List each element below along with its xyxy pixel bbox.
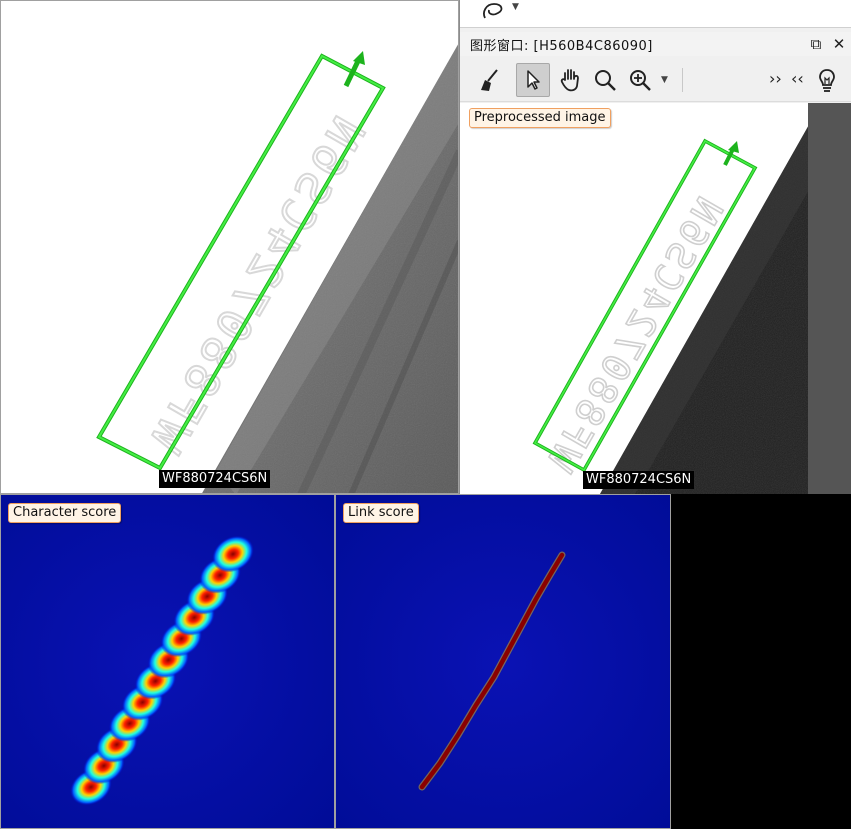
preprocessed-image: WF880724CS6N xyxy=(460,103,851,494)
window-title: 图形窗口: [H560B4C86090] xyxy=(470,39,653,54)
link-score-label: Link score xyxy=(343,503,419,523)
image-border-strip xyxy=(808,103,851,494)
zoom-in-icon[interactable] xyxy=(623,63,657,97)
toolbar: ▼ ›› ‹‹ xyxy=(460,58,851,102)
lasso-icon[interactable] xyxy=(480,0,506,22)
link-score-canvas xyxy=(336,495,670,828)
restore-window-icon[interactable]: ⧉ xyxy=(806,34,826,54)
character-score-label: Character score xyxy=(8,503,122,523)
character-score-heatmap[interactable]: Character score xyxy=(0,494,335,829)
link-score-heatmap[interactable]: Link score xyxy=(335,494,671,829)
magnifier-icon[interactable] xyxy=(588,63,622,97)
top-strip: ▼ xyxy=(460,0,851,28)
lightbulb-icon[interactable] xyxy=(810,63,844,97)
graphics-window[interactable]: ▼ 图形窗口: [H560B4C86090] ⧉ ✕ ▼ ›› ‹‹ WF880… xyxy=(459,0,851,494)
window-title-bar: 图形窗口: [H560B4C86090] ⧉ ✕ xyxy=(460,32,851,56)
ocr-result-label: WF880724CS6N xyxy=(159,470,271,488)
graphics-canvas[interactable]: WF880724CS6N Preprocessed image WF880724… xyxy=(460,103,851,494)
expand-toolbar-button[interactable]: ›› xyxy=(769,69,782,88)
chevron-down-icon[interactable]: ▼ xyxy=(661,75,668,85)
ocr-result-label: WF880724CS6N xyxy=(583,471,695,489)
pointer-icon[interactable] xyxy=(516,63,550,97)
close-icon[interactable]: ✕ xyxy=(829,34,849,54)
toolbar-divider xyxy=(682,68,683,92)
preprocessed-image-label: Preprocessed image xyxy=(469,108,611,128)
character-score-canvas xyxy=(1,495,334,828)
original-image-window[interactable]: WF880724CS6N WF880724CS6N xyxy=(0,0,459,494)
hand-icon[interactable] xyxy=(554,63,588,97)
collapse-toolbar-button[interactable]: ‹‹ xyxy=(791,69,804,88)
empty-panel xyxy=(671,494,851,829)
broom-icon[interactable] xyxy=(472,63,506,97)
chevron-down-icon[interactable]: ▼ xyxy=(512,2,519,12)
original-image-canvas: WF880724CS6N xyxy=(1,1,458,493)
